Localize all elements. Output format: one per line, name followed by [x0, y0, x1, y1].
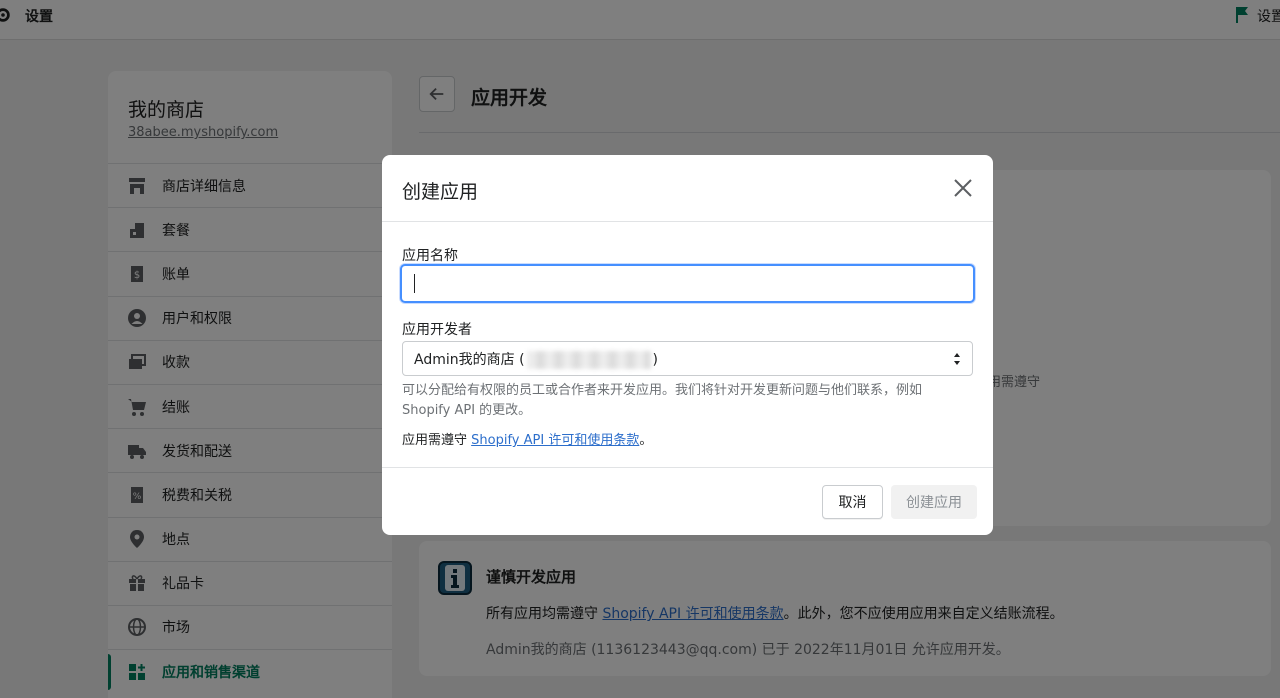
app-developer-label: 应用开发者	[402, 322, 472, 338]
dialog-title: 创建应用	[402, 181, 479, 203]
terms-suffix: 。	[639, 433, 653, 448]
selected-developer: Admin我的商店 ()	[414, 349, 658, 369]
create-app-dialog: 创建应用 应用名称 应用开发者 Admin我的商店 () 可以分配给有权限的员工…	[382, 155, 993, 535]
terms-text: 应用需遵守 Shopify API 许可和使用条款。	[402, 429, 652, 448]
app-name-input[interactable]	[400, 264, 975, 303]
cancel-button[interactable]: 取消	[822, 485, 883, 519]
redacted-email	[526, 350, 651, 369]
developer-help-text: 可以分配给有权限的员工或合作者来开发应用。我们将针对开发更新问题与他们联系，例如…	[402, 383, 923, 418]
api-terms-link[interactable]: Shopify API 许可和使用条款	[471, 433, 639, 448]
terms-prefix: 应用需遵守	[402, 433, 472, 448]
dialog-header: 创建应用	[382, 155, 993, 222]
create-app-button[interactable]: 创建应用	[891, 485, 977, 519]
developer-suffix: )	[652, 351, 658, 368]
close-icon[interactable]	[952, 177, 974, 199]
select-arrows-icon	[954, 353, 960, 365]
app-name-label: 应用名称	[402, 248, 458, 264]
dialog-footer-divider	[382, 467, 993, 468]
app-developer-select[interactable]: Admin我的商店 ()	[402, 341, 973, 376]
text-caret	[414, 274, 415, 293]
developer-name: Admin我的商店 (	[414, 351, 525, 368]
